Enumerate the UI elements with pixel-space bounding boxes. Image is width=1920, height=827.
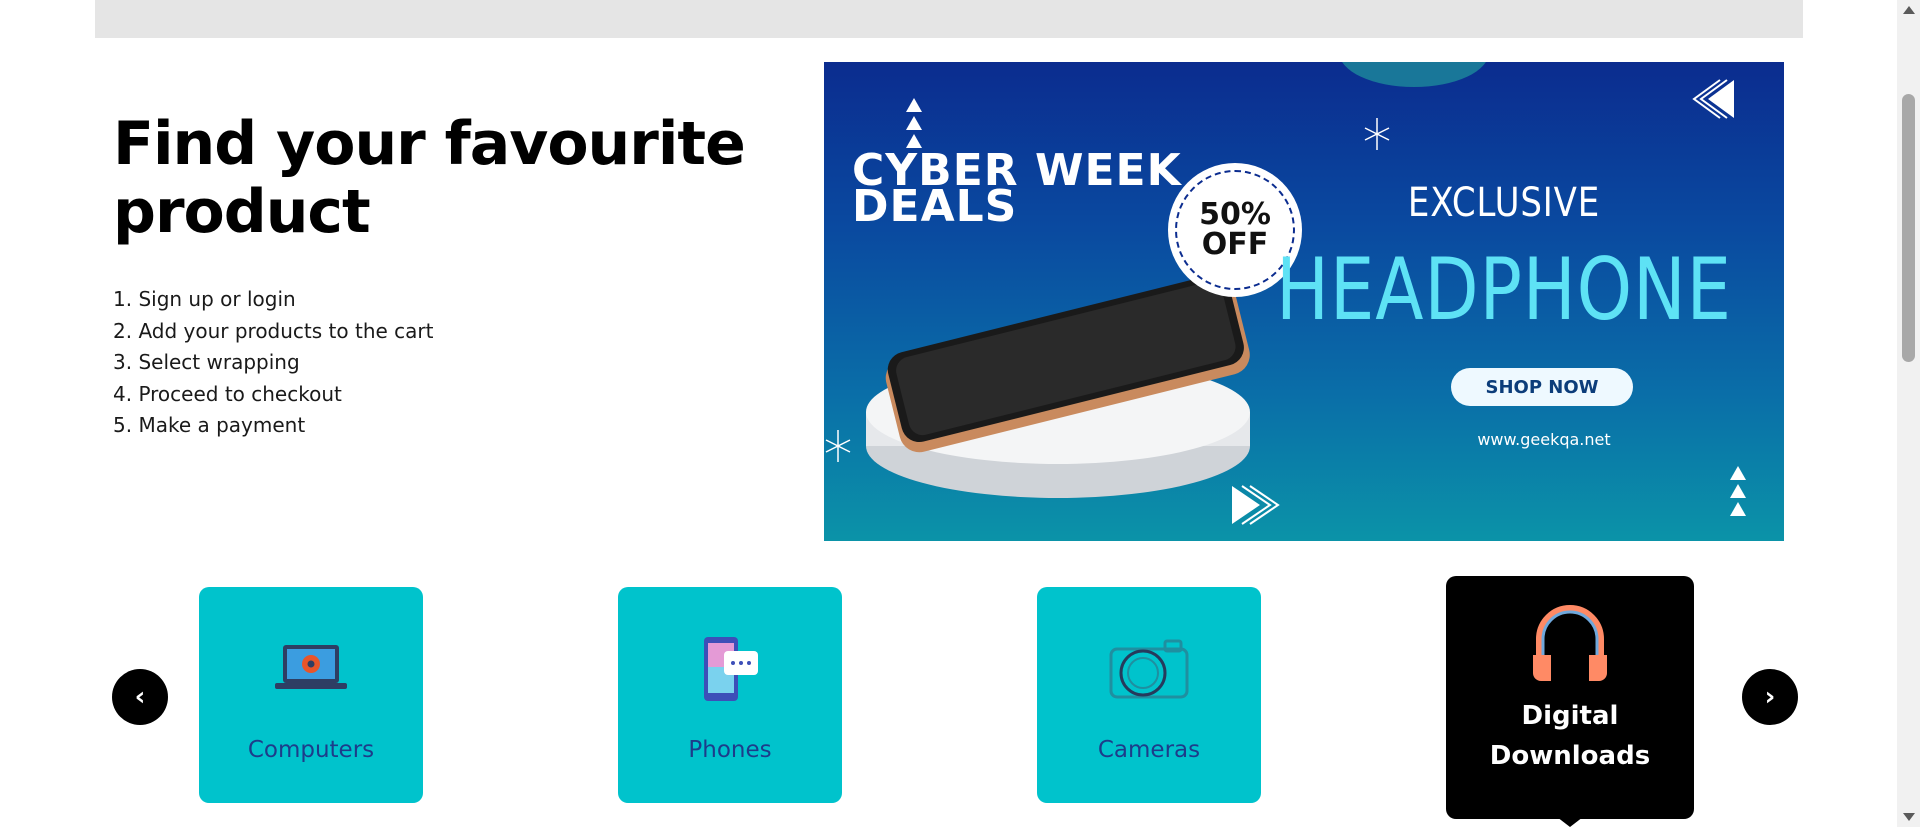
- category-label: Cameras: [1097, 737, 1201, 763]
- page-title-line2: product: [113, 177, 371, 247]
- page-title-line1: Find your favourite: [113, 109, 746, 179]
- category-label-line1: Digital: [1521, 701, 1619, 731]
- category-tile-computers[interactable]: Computers: [199, 587, 423, 803]
- shop-now-button[interactable]: SHOP NOW: [1451, 368, 1633, 406]
- banner-exclusive-text: EXCLUSIVE: [1407, 180, 1601, 226]
- step-item: 2. Add your products to the cart: [113, 318, 434, 343]
- phone-chat-icon: [685, 629, 775, 709]
- page-scrollbar[interactable]: [1897, 0, 1920, 827]
- active-tile-pointer: [1557, 817, 1583, 827]
- category-tile-cameras[interactable]: Cameras: [1037, 587, 1261, 803]
- scroll-down-arrow-icon[interactable]: [1903, 813, 1915, 821]
- steps-list: 1. Sign up or login 2. Add your products…: [113, 284, 753, 442]
- laptop-icon: [266, 629, 356, 709]
- category-tile-digital-downloads[interactable]: Digital Downloads: [1446, 576, 1694, 819]
- category-tile-phones[interactable]: Phones: [618, 587, 842, 803]
- scroll-thumb[interactable]: [1902, 94, 1915, 362]
- carousel-prev-button[interactable]: ‹: [112, 669, 168, 725]
- hero-section: Find your favourite product 1. Sign up o…: [113, 110, 753, 442]
- step-item: 4. Proceed to checkout: [113, 381, 342, 406]
- step-item: 3. Select wrapping: [113, 350, 300, 374]
- step-item: 1. Sign up or login: [113, 287, 296, 311]
- carousel-next-button[interactable]: ›: [1742, 669, 1798, 725]
- banner-site-url: www.geekqa.net: [1477, 430, 1611, 449]
- category-label-line2: Downloads: [1489, 741, 1651, 771]
- top-bar: [95, 0, 1803, 38]
- promo-banner[interactable]: CYBER WEEK DEALS 50% OFF EXCLUSIVE HEADP…: [824, 62, 1784, 541]
- category-label: Phones: [688, 737, 772, 763]
- step-item: 5. Make a payment: [113, 413, 306, 437]
- category-label: Computers: [247, 737, 375, 763]
- banner-headline: HEADPHONE: [1276, 240, 1732, 340]
- camera-icon: [1104, 629, 1194, 709]
- category-label: Digital Downloads: [1490, 696, 1650, 776]
- discount-percent: 50%: [1199, 197, 1271, 232]
- page-title: Find your favourite product: [113, 110, 753, 246]
- deal-title-line2: DEALS: [852, 181, 1018, 232]
- headphones-icon: [1525, 602, 1615, 682]
- scroll-up-arrow-icon[interactable]: [1903, 6, 1915, 14]
